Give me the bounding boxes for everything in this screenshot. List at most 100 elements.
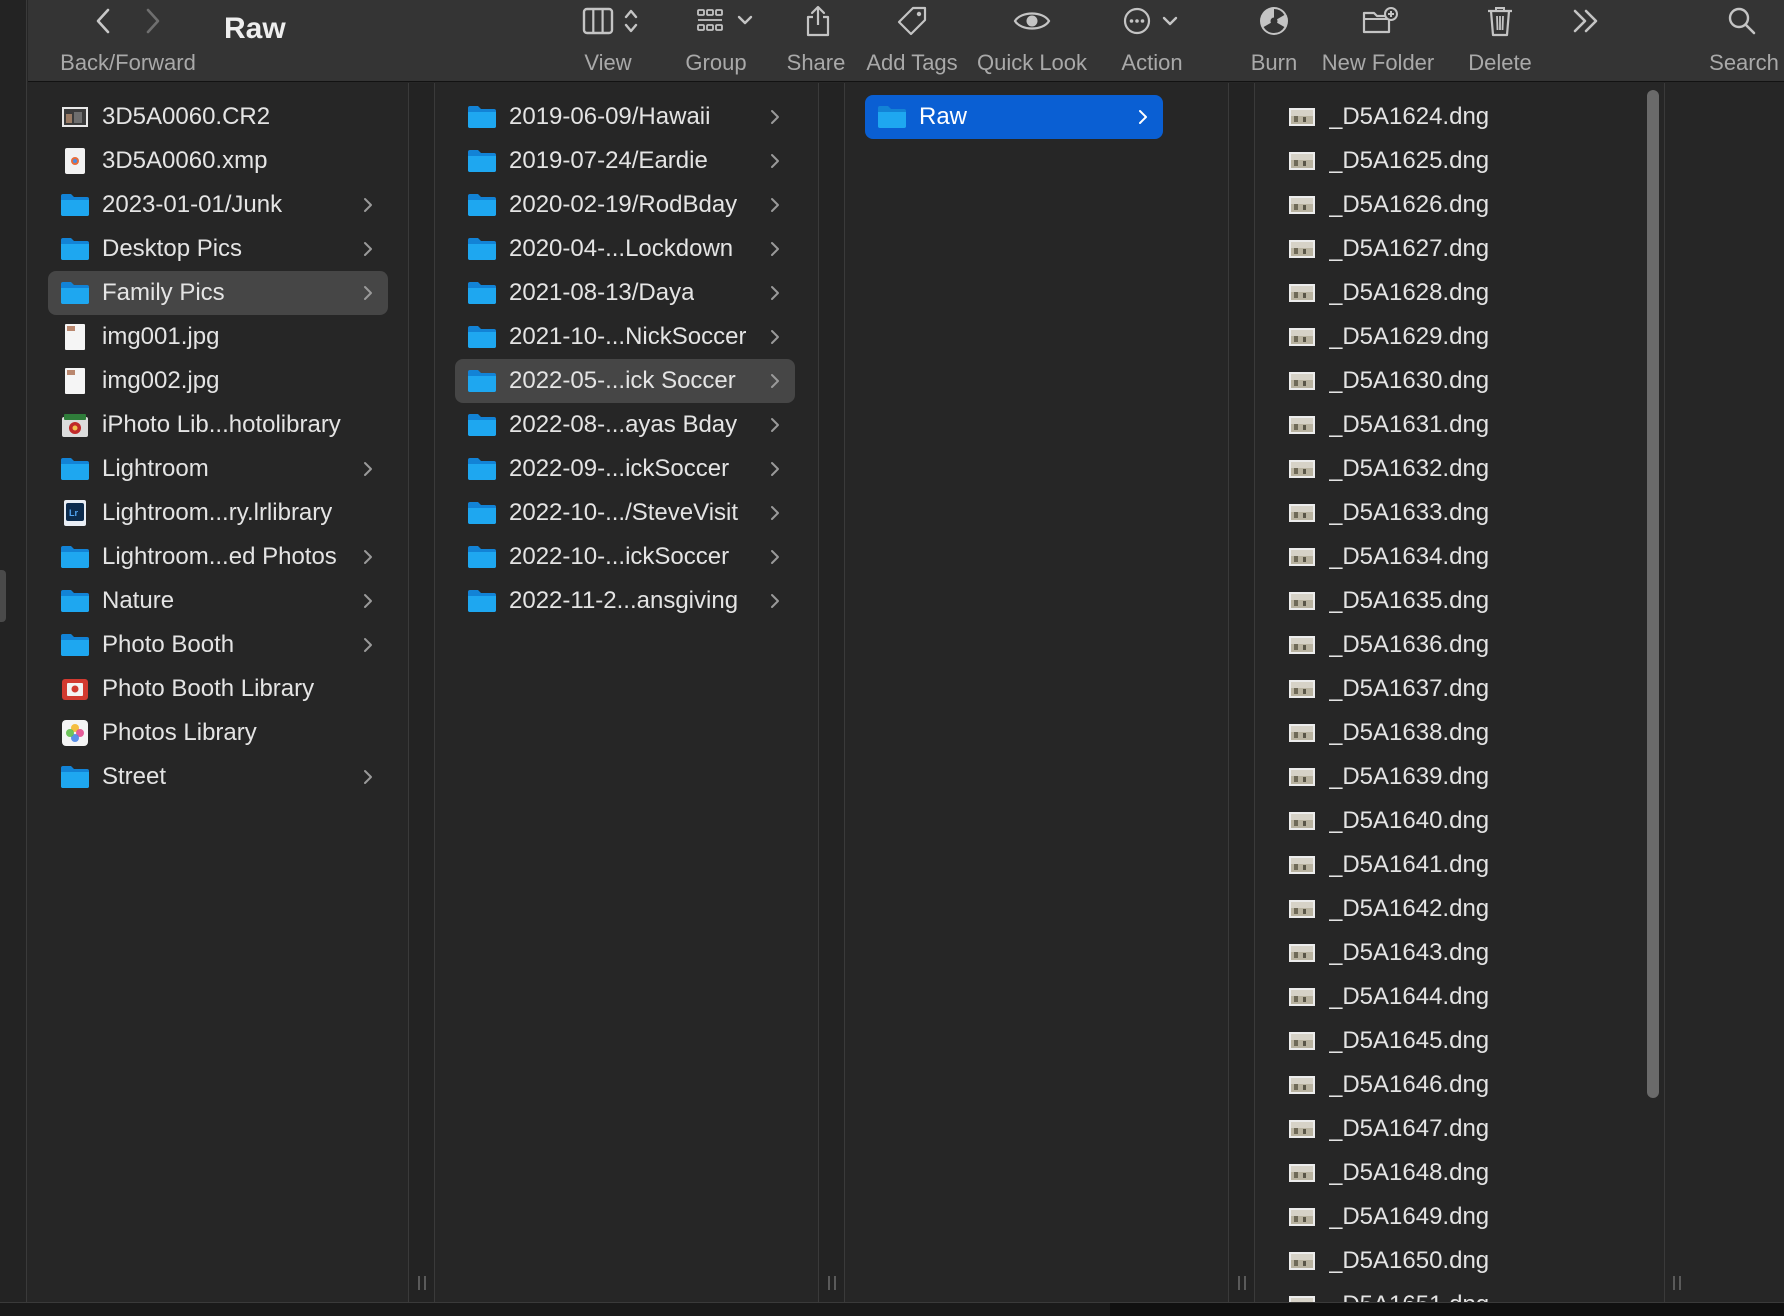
- file-row[interactable]: _D5A1646.dng: [1275, 1063, 1620, 1107]
- folder-row[interactable]: Lightroom...ed Photos: [48, 535, 388, 579]
- file-row[interactable]: _D5A1648.dng: [1275, 1151, 1620, 1195]
- file-row[interactable]: _D5A1628.dng: [1275, 271, 1620, 315]
- file-row[interactable]: _D5A1647.dng: [1275, 1107, 1620, 1151]
- file-row[interactable]: _D5A1633.dng: [1275, 491, 1620, 535]
- file-row[interactable]: _D5A1629.dng: [1275, 315, 1620, 359]
- scrollbar-thumb[interactable]: [1647, 90, 1659, 1098]
- file-row[interactable]: _D5A1630.dng: [1275, 359, 1620, 403]
- action-label: Action: [1121, 50, 1183, 75]
- file-row[interactable]: 3D5A0060.CR2: [48, 95, 388, 139]
- double-chevron-right-icon: [1573, 9, 1598, 33]
- vertical-scrollbar[interactable]: [1640, 86, 1664, 1298]
- folder-row[interactable]: 2020-04-...Lockdown: [455, 227, 795, 271]
- file-row[interactable]: _D5A1642.dng: [1275, 887, 1620, 931]
- column-divider[interactable]: [1228, 83, 1255, 1302]
- file-row[interactable]: _D5A1651.dng: [1275, 1283, 1620, 1302]
- tag-icon: [897, 6, 927, 36]
- dng-thumbnail-icon: [1287, 500, 1317, 526]
- column-view-icon: [582, 7, 638, 35]
- file-row[interactable]: _D5A1636.dng: [1275, 623, 1620, 667]
- file-row[interactable]: _D5A1634.dng: [1275, 535, 1620, 579]
- column-resize-grip[interactable]: [1673, 1276, 1681, 1290]
- folder-row[interactable]: 2021-10-...NickSoccer: [455, 315, 795, 359]
- folder-row[interactable]: Street: [48, 755, 388, 799]
- back-button[interactable]: [86, 4, 120, 38]
- folder-row[interactable]: 2019-07-24/Eardie: [455, 139, 795, 183]
- file-row[interactable]: _D5A1625.dng: [1275, 139, 1620, 183]
- file-row[interactable]: 3D5A0060.xmp: [48, 139, 388, 183]
- file-row[interactable]: _D5A1627.dng: [1275, 227, 1620, 271]
- column-divider[interactable]: [818, 83, 845, 1302]
- file-row[interactable]: Photos Library: [48, 711, 388, 755]
- folder-row[interactable]: Desktop Pics: [48, 227, 388, 271]
- disclosure-chevron: [765, 283, 785, 303]
- folder-row[interactable]: 2022-08-...ayas Bday: [455, 403, 795, 447]
- file-row[interactable]: _D5A1638.dng: [1275, 711, 1620, 755]
- column-resize-grip[interactable]: [828, 1276, 836, 1290]
- file-row[interactable]: _D5A1637.dng: [1275, 667, 1620, 711]
- disclosure-chevron: [358, 239, 378, 259]
- folder-row[interactable]: Family Pics: [48, 271, 388, 315]
- file-row[interactable]: _D5A1650.dng: [1275, 1239, 1620, 1283]
- file-row[interactable]: _D5A1640.dng: [1275, 799, 1620, 843]
- column-resize-grip[interactable]: [1238, 1276, 1246, 1290]
- file-row[interactable]: _D5A1632.dng: [1275, 447, 1620, 491]
- folder-row[interactable]: 2022-05-...ick Soccer: [455, 359, 795, 403]
- burn-button[interactable]: [1254, 4, 1294, 38]
- item-label: Lightroom: [102, 455, 209, 482]
- edge-handle[interactable]: [0, 570, 6, 622]
- quick-look-button[interactable]: [1010, 4, 1054, 38]
- folder-row[interactable]: Lightroom: [48, 447, 388, 491]
- file-row[interactable]: _D5A1631.dng: [1275, 403, 1620, 447]
- folder-icon: [60, 632, 90, 658]
- share-button[interactable]: [798, 4, 838, 38]
- folder-row[interactable]: 2022-10-.../SteveVisit: [455, 491, 795, 535]
- file-row[interactable]: Photo Booth Library: [48, 667, 388, 711]
- file-row[interactable]: _D5A1645.dng: [1275, 1019, 1620, 1063]
- column-divider[interactable]: [408, 83, 435, 1302]
- folder-row[interactable]: 2022-10-...ickSoccer: [455, 535, 795, 579]
- folder-row[interactable]: 2023-01-01/Junk: [48, 183, 388, 227]
- column-resize-grip[interactable]: [418, 1276, 426, 1290]
- folder-row[interactable]: Nature: [48, 579, 388, 623]
- add-tags-button[interactable]: [892, 4, 932, 38]
- new-folder-button[interactable]: [1358, 4, 1402, 38]
- item-label: _D5A1646.dng: [1329, 1071, 1490, 1098]
- folder-row[interactable]: 2021-08-13/Daya: [455, 271, 795, 315]
- file-row[interactable]: _D5A1641.dng: [1275, 843, 1620, 887]
- group-button[interactable]: [688, 4, 768, 38]
- chevron-right-icon: [364, 462, 372, 476]
- file-row[interactable]: img002.jpg: [48, 359, 388, 403]
- action-button[interactable]: [1118, 4, 1188, 38]
- photo-booth-library-icon: [60, 676, 90, 702]
- view-button[interactable]: [578, 4, 648, 38]
- search-button[interactable]: [1722, 4, 1762, 38]
- delete-button[interactable]: [1480, 4, 1520, 38]
- file-row[interactable]: _D5A1643.dng: [1275, 931, 1620, 975]
- item-label: _D5A1634.dng: [1329, 543, 1490, 570]
- folder-row[interactable]: Raw: [865, 95, 1163, 139]
- file-row[interactable]: _D5A1626.dng: [1275, 183, 1620, 227]
- dng-thumbnail-icon: [1287, 1028, 1317, 1054]
- item-label: 2022-08-...ayas Bday: [509, 411, 738, 438]
- dng-thumbnail-icon: [1287, 896, 1317, 922]
- file-row[interactable]: _D5A1649.dng: [1275, 1195, 1620, 1239]
- new-folder-label: New Folder: [1321, 50, 1435, 75]
- file-row[interactable]: _D5A1624.dng: [1275, 95, 1620, 139]
- toolbar-overflow-button[interactable]: [1566, 4, 1606, 38]
- back-forward-label: Back/Forward: [60, 50, 196, 75]
- file-row[interactable]: _D5A1644.dng: [1275, 975, 1620, 1019]
- item-label: _D5A1651.dng: [1329, 1291, 1489, 1302]
- folder-row[interactable]: 2022-11-2...ansgiving: [455, 579, 795, 623]
- folder-row[interactable]: 2019-06-09/Hawaii: [455, 95, 795, 139]
- file-row[interactable]: Lr Lightroom...ry.lrlibrary: [48, 491, 388, 535]
- folder-row[interactable]: 2020-02-19/RodBday: [455, 183, 795, 227]
- file-row[interactable]: img001.jpg: [48, 315, 388, 359]
- file-row[interactable]: iPhoto Lib...hotolibrary: [48, 403, 388, 447]
- file-row[interactable]: _D5A1639.dng: [1275, 755, 1620, 799]
- folder-row[interactable]: 2022-09-...ickSoccer: [455, 447, 795, 491]
- item-label: _D5A1644.dng: [1329, 983, 1490, 1010]
- folder-row[interactable]: Photo Booth: [48, 623, 388, 667]
- file-row[interactable]: _D5A1635.dng: [1275, 579, 1620, 623]
- forward-button[interactable]: [136, 4, 170, 38]
